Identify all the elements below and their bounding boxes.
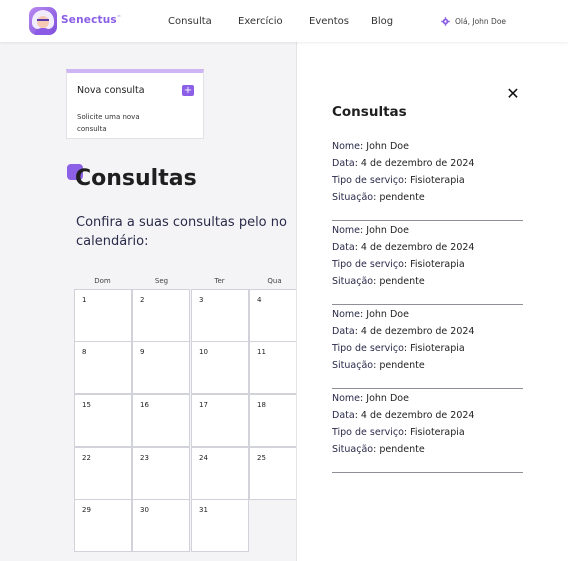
appointment-date: 4 de dezembro de 2024 <box>360 158 475 169</box>
brand-text: Senectus <box>61 14 117 26</box>
day-number: 18 <box>257 401 266 409</box>
nav-link-consulta[interactable]: Consulta <box>168 16 212 27</box>
day-number: 29 <box>82 506 91 514</box>
calendar-day[interactable]: 22 <box>74 447 132 500</box>
field-label: Situação <box>332 276 374 287</box>
user-menu-button[interactable]: Olá, John Doe <box>441 15 506 27</box>
field-label: Nome <box>332 225 361 236</box>
appointment-name: John Doe <box>366 309 409 320</box>
field-label: Nome <box>332 309 361 320</box>
field-label: Tipo de serviço <box>332 259 404 270</box>
field-label: Nome <box>332 393 361 404</box>
appointment-service: Fisioterapia <box>410 427 465 438</box>
page-title: Consultas <box>75 166 197 191</box>
weekday-header: Qua <box>267 277 282 285</box>
field-label: Nome <box>332 141 361 152</box>
top-navbar: Senectus™ Consulta Exercício Eventos Blo… <box>0 0 568 42</box>
appointment-item: Nome: John Doe Data: 4 de dezembro de 20… <box>332 305 523 389</box>
appointment-name: John Doe <box>366 225 409 236</box>
day-number: 30 <box>140 506 149 514</box>
field-label: Data <box>332 242 355 253</box>
appointment-date: 4 de dezembro de 2024 <box>360 242 475 253</box>
day-number: 2 <box>140 296 145 304</box>
calendar-day[interactable]: 31 <box>191 499 249 552</box>
field-label: Tipo de serviço <box>332 427 404 438</box>
appointment-name: John Doe <box>366 141 409 152</box>
day-number: 17 <box>199 401 208 409</box>
appointment-status: pendente <box>379 192 425 203</box>
logo-body <box>34 28 52 35</box>
calendar-day[interactable]: 2 <box>132 289 190 342</box>
day-number: 16 <box>140 401 149 409</box>
close-icon[interactable]: ✕ <box>506 86 520 102</box>
appointment-name: John Doe <box>366 393 409 404</box>
day-number: 1 <box>82 296 87 304</box>
day-number: 11 <box>257 348 266 356</box>
field-label: Situação <box>332 360 374 371</box>
panel-title: Consultas <box>332 104 407 120</box>
logo-face <box>37 16 49 28</box>
field-label: Data <box>332 326 355 337</box>
weekday-header: Ter <box>214 277 225 285</box>
user-greeting: Olá, John Doe <box>455 16 507 26</box>
day-number: 23 <box>140 454 149 462</box>
page-subtitle: Confira a suas consultas pelo no calendá… <box>76 215 287 249</box>
brand-trademark: ™ <box>116 14 122 20</box>
appointment-item: Nome: John Doe Data: 4 de dezembro de 20… <box>332 221 523 305</box>
day-number: 9 <box>140 348 145 356</box>
calendar-day[interactable]: 30 <box>132 499 190 552</box>
card-description: Solicite uma nova consulta <box>77 113 140 133</box>
calendar-day[interactable]: 9 <box>132 341 190 394</box>
brand-name[interactable]: Senectus™ <box>61 14 121 26</box>
calendar-day[interactable]: 29 <box>74 499 132 552</box>
appointment-item: Nome: John Doe Data: 4 de dezembro de 20… <box>332 389 523 473</box>
calendar-day[interactable]: 24 <box>191 447 249 500</box>
appointment-item: Nome: John Doe Data: 4 de dezembro de 20… <box>332 137 523 221</box>
add-appointment-icon[interactable]: + <box>182 85 194 96</box>
calendar-day[interactable]: 10 <box>191 341 249 394</box>
nav-link-blog[interactable]: Blog <box>371 16 393 27</box>
field-label: Data <box>332 410 355 421</box>
weekday-header: Dom <box>94 277 111 285</box>
calendar-day[interactable]: 8 <box>74 341 132 394</box>
day-number: 3 <box>199 296 204 304</box>
calendar-day[interactable]: 1 <box>74 289 132 342</box>
calendar-day[interactable]: 16 <box>132 394 190 447</box>
field-label: Situação <box>332 192 374 203</box>
new-appointment-card[interactable]: Nova consulta + Solicite uma nova consul… <box>66 69 204 139</box>
appointment-service: Fisioterapia <box>410 259 465 270</box>
appointment-service: Fisioterapia <box>410 343 465 354</box>
appointments-side-panel: ✕ Consultas Nome: John Doe Data: 4 de de… <box>296 42 568 561</box>
nav-link-eventos[interactable]: Eventos <box>309 16 349 27</box>
field-label: Tipo de serviço <box>332 343 404 354</box>
calendar-day[interactable]: 15 <box>74 394 132 447</box>
appointment-service: Fisioterapia <box>410 175 465 186</box>
appointment-date: 4 de dezembro de 2024 <box>360 326 475 337</box>
field-label: Tipo de serviço <box>332 175 404 186</box>
senectus-logo[interactable] <box>29 7 57 35</box>
appointment-date: 4 de dezembro de 2024 <box>360 410 475 421</box>
field-label: Data <box>332 158 355 169</box>
nav-link-exercicio[interactable]: Exercício <box>238 16 283 27</box>
calendar-day[interactable]: 17 <box>191 394 249 447</box>
logo-glasses <box>37 19 49 22</box>
day-number: 15 <box>82 401 91 409</box>
day-number: 10 <box>199 348 208 356</box>
card-title: Nova consulta <box>77 85 145 96</box>
calendar-day[interactable]: 3 <box>191 289 249 342</box>
appointment-status: pendente <box>379 360 425 371</box>
weekday-header: Seg <box>154 277 169 285</box>
day-number: 22 <box>82 454 91 462</box>
appointment-status: pendente <box>379 276 425 287</box>
day-number: 24 <box>199 454 208 462</box>
day-number: 4 <box>257 296 262 304</box>
day-number: 25 <box>257 454 266 462</box>
day-number: 31 <box>199 506 208 514</box>
day-number: 8 <box>82 348 87 356</box>
calendar-day[interactable]: 23 <box>132 447 190 500</box>
gear-icon <box>441 16 450 26</box>
appointment-status: pendente <box>379 444 425 455</box>
field-label: Situação <box>332 444 374 455</box>
